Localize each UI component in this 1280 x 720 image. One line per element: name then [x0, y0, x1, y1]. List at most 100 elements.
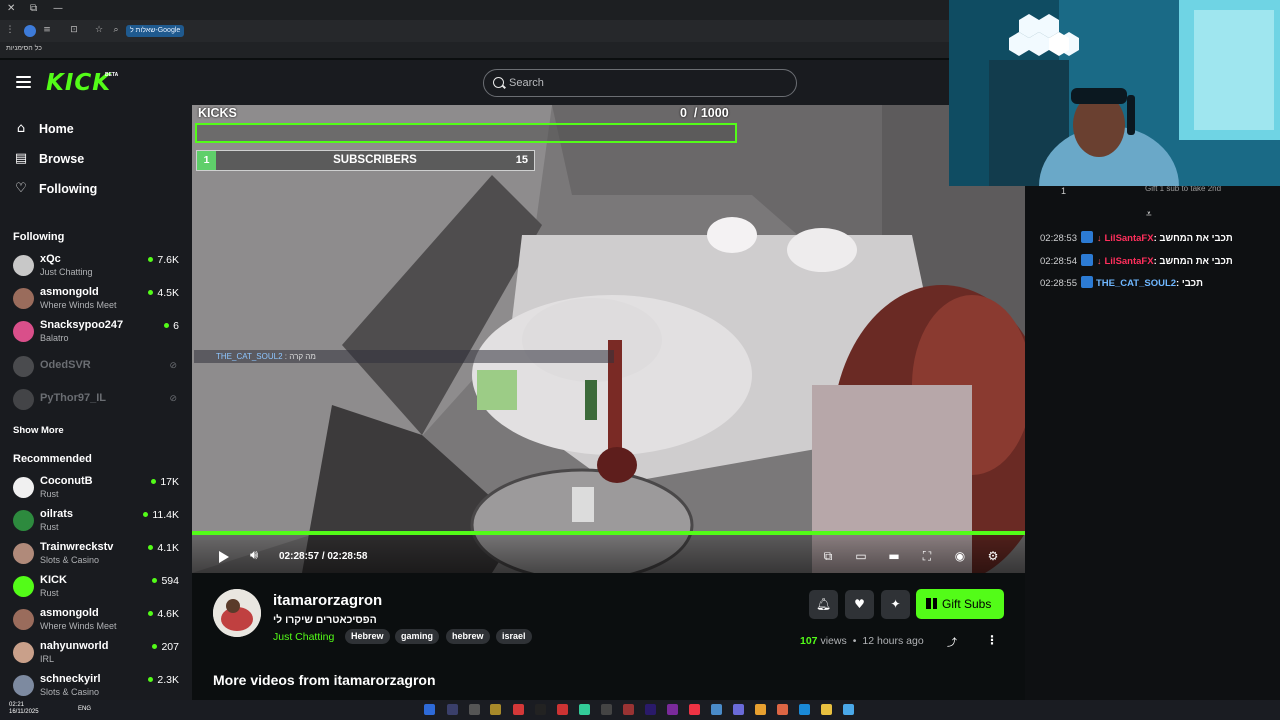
show-more-button[interactable]: Show More [13, 425, 64, 436]
puzzle-icon[interactable]: ⊡ [68, 25, 80, 37]
taskbar-app-icon[interactable] [557, 704, 568, 715]
chat-collapse-icon[interactable]: ⩡ [1146, 209, 1152, 220]
volume-icon[interactable]: 🔊︎ [250, 548, 258, 563]
nav-home-label: Home [39, 122, 74, 136]
follow-heart-icon[interactable]: ♥ [845, 590, 874, 619]
channel-category: Where Winds Meet [40, 621, 117, 631]
notify-bell-icon[interactable]: 🔔︎ [809, 590, 838, 619]
chat-username[interactable]: THE_CAT_SOUL2 [1096, 278, 1176, 289]
chat-badge-icon [1080, 253, 1093, 266]
time-current: 02:28:57 [279, 551, 320, 562]
sidebar-channel[interactable]: xQc Just Chatting 7.6K [13, 251, 183, 279]
mini-player-icon[interactable]: ▭ [854, 549, 868, 563]
avatar [13, 255, 34, 276]
sidebar-channel[interactable]: OdedSVR ⊘ [13, 352, 183, 380]
lens-icon[interactable]: ⌕ [110, 25, 122, 37]
channel-name: KICK [40, 574, 67, 586]
taskbar-app-icon[interactable] [490, 704, 501, 715]
taskbar-app-icon[interactable] [579, 704, 590, 715]
taskbar-app-icon[interactable] [799, 704, 810, 715]
sidebar-channel[interactable]: asmongold Where Winds Meet 4.6K [13, 605, 183, 633]
share-icon[interactable]: ⤴ [947, 634, 957, 649]
taskbar-time: 02:21 [9, 702, 25, 708]
menu-dots-icon[interactable]: ⋮ [4, 25, 16, 37]
taskbar-app-icon[interactable] [513, 704, 524, 715]
sidebar-channel[interactable]: nahyunworld IRL 207 [13, 638, 183, 666]
chat-pinned-bar: 1 Gift 1 sub to take 2nd [1025, 184, 1280, 204]
taskbar-app-icon[interactable] [424, 704, 435, 715]
close-window-icon[interactable]: ✕ [7, 3, 15, 14]
player-controls: 🔊︎ 02:28:57 / 02:28:58 ⧉ ▭ ▬ ⛶ ◉ ⚙ [192, 535, 1025, 573]
hamburger-menu-icon[interactable] [16, 76, 31, 88]
viewer-count: 11.4K [143, 509, 179, 521]
sidebar-channel[interactable]: CoconutB Rust 17K [13, 473, 183, 501]
kicks-count: 0 / 1000 [680, 106, 729, 120]
tag-gaming[interactable]: gaming [395, 629, 440, 644]
tag-israel[interactable]: israel [496, 629, 532, 644]
streamer-avatar[interactable] [213, 589, 261, 637]
theater-mode-icon[interactable]: ▬ [887, 549, 901, 563]
channel-category: Rust [40, 489, 59, 499]
taskbar-app-icon[interactable] [711, 704, 722, 715]
chat-username[interactable]: LilSantaFX [1104, 256, 1153, 267]
taskbar-app-icon[interactable] [645, 704, 656, 715]
video-player[interactable] [192, 105, 1025, 573]
fullscreen-icon[interactable]: ⛶ [920, 549, 934, 563]
stream-category[interactable]: Just Chatting [273, 631, 334, 643]
minimize-window-icon[interactable]: — [53, 3, 63, 14]
restore-window-icon[interactable]: ⧉ [30, 3, 37, 14]
stream-title: הפסיכאטרים שיקרו לי [273, 614, 377, 626]
time-display: 02:28:57 / 02:28:58 [279, 551, 367, 562]
google-search-chip[interactable]: שאלות ל-Google [126, 25, 185, 37]
taskbar-app-icon[interactable] [535, 704, 546, 715]
sparkle-icon[interactable]: ✦ [881, 590, 910, 619]
sidebar-channel[interactable]: oilrats Rust 11.4K [13, 506, 183, 534]
sidebar-channel[interactable]: Trainwreckstv Slots & Casino 4.1K [13, 539, 183, 567]
sidebar-channel[interactable]: PyThor97_IL ⊘ [13, 385, 183, 413]
taskbar-app-icon[interactable] [755, 704, 766, 715]
search-input[interactable]: Search [483, 69, 797, 97]
taskbar-app-icon[interactable] [777, 704, 788, 715]
viewer-count: 6 [164, 320, 179, 332]
all-bookmarks-folder[interactable]: כל הסימניות [6, 45, 42, 52]
taskbar-app-icon[interactable] [689, 704, 700, 715]
settings-gear-icon[interactable]: ⚙ [986, 549, 1000, 563]
play-icon[interactable] [219, 551, 229, 563]
taskbar-app-icon[interactable] [601, 704, 612, 715]
extensions-icon[interactable]: ≡ [41, 25, 53, 37]
bookmark-star-icon[interactable]: ☆ [93, 25, 105, 37]
avatar [13, 389, 34, 410]
tag-hebrew-lower[interactable]: hebrew [446, 629, 490, 644]
sidebar-channel[interactable]: Snacksypoo247 Balatro 6 [13, 317, 183, 345]
sidebar-channel[interactable]: KICK Rust 594 [13, 572, 183, 600]
input-language[interactable]: ENG [78, 706, 91, 712]
avatar [13, 510, 34, 531]
heart-icon: ♡ [15, 181, 27, 196]
kick-logo[interactable]: KICK [46, 70, 111, 96]
gift-subs-button[interactable]: Gift Subs [916, 589, 1004, 619]
clip-icon[interactable]: ◉ [953, 549, 967, 563]
sidebar-channel[interactable]: asmongold Where Winds Meet 4.5K [13, 284, 183, 312]
avatar [13, 675, 34, 696]
pip-icon[interactable]: ⧉ [821, 549, 835, 563]
taskbar-app-icon[interactable] [447, 704, 458, 715]
more-options-icon[interactable]: ⋮ [986, 633, 998, 647]
profile-icon[interactable] [24, 25, 36, 37]
browse-icon: ▤ [14, 151, 28, 166]
nav-home[interactable]: ⌂ Home [14, 119, 74, 139]
taskbar-app-icon[interactable] [843, 704, 854, 715]
nav-following[interactable]: ♡ Following [14, 179, 97, 199]
taskbar-app-icon[interactable] [667, 704, 678, 715]
taskbar-app-icon[interactable] [623, 704, 634, 715]
sidebar-channel[interactable]: schneckyirl Slots & Casino 2.3K [13, 671, 183, 699]
taskbar-app-icon[interactable] [821, 704, 832, 715]
viewer-count: 207 [152, 641, 179, 653]
chat-username[interactable]: LilSantaFX [1104, 233, 1153, 244]
taskbar-clock[interactable]: 02:21 16/11/2025 [9, 702, 39, 716]
taskbar-app-icon[interactable] [469, 704, 480, 715]
taskbar-app-icon[interactable] [733, 704, 744, 715]
streamer-name[interactable]: itamarorzagron [273, 592, 382, 609]
chat-timestamp: 02:28:54 [1040, 255, 1077, 267]
nav-browse[interactable]: ▤ Browse [14, 149, 84, 169]
tag-hebrew[interactable]: Hebrew [345, 629, 390, 644]
